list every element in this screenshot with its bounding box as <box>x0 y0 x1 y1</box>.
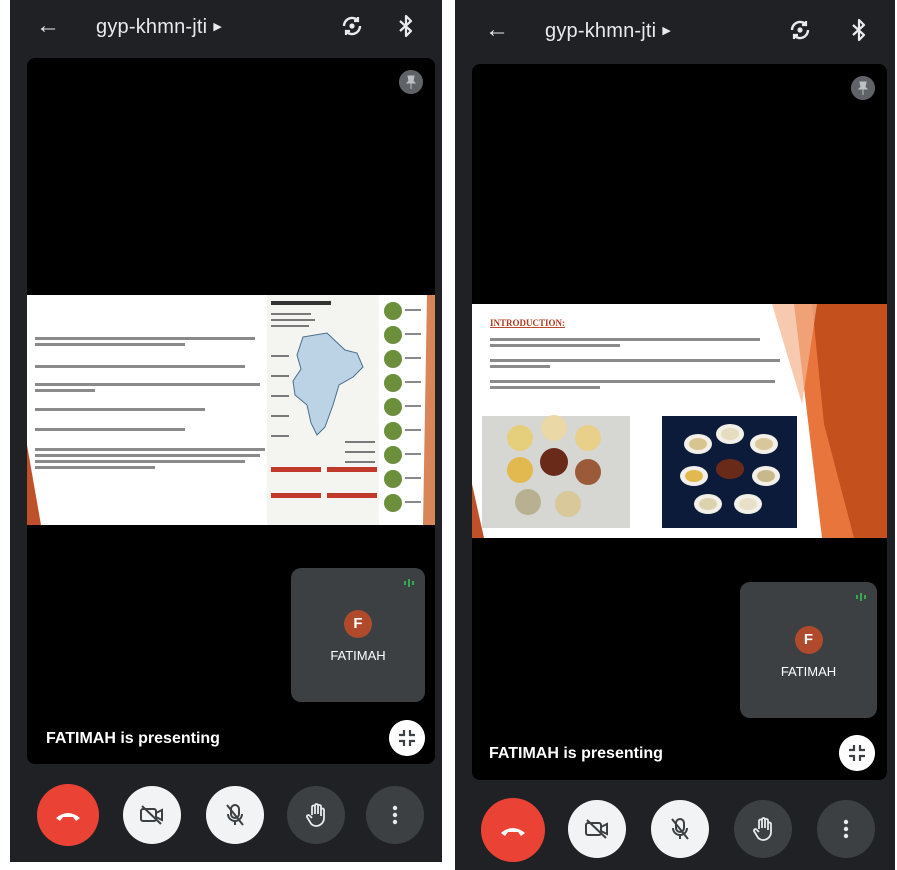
pin-icon[interactable] <box>399 70 423 94</box>
meeting-code[interactable]: gyp-khmn-jti ▶ <box>545 18 671 44</box>
avatar: F <box>344 610 372 638</box>
participant-tile[interactable]: F FATIMAH <box>740 582 877 718</box>
caret-right-icon: ▶ <box>213 21 222 33</box>
call-controls <box>455 798 895 864</box>
mic-toggle-button[interactable] <box>651 800 709 858</box>
slide-content: INTRODUCTION: <box>472 304 887 538</box>
end-call-button[interactable] <box>481 798 545 862</box>
fullscreen-icon[interactable] <box>389 720 425 756</box>
camera-off-icon <box>140 805 163 825</box>
meeting-code-text: gyp-khmn-jti <box>545 20 657 42</box>
end-call-button[interactable] <box>37 784 99 846</box>
switch-camera-icon[interactable] <box>340 14 364 38</box>
shared-slide <box>27 295 435 525</box>
call-controls <box>10 784 442 850</box>
bluetooth-icon[interactable] <box>850 18 868 42</box>
speaking-icon <box>856 593 866 601</box>
bluetooth-icon[interactable] <box>397 14 415 38</box>
shared-slide: INTRODUCTION: <box>472 304 887 538</box>
top-bar: ← gyp-khmn-jti ▶ <box>10 0 442 58</box>
meeting-code[interactable]: gyp-khmn-jti ▶ <box>96 14 222 40</box>
mic-off-icon <box>226 804 244 826</box>
more-options-icon <box>843 819 849 839</box>
end-call-icon <box>501 828 525 836</box>
presentation-stage: F FATIMAH FATIMAH is presenting <box>27 58 435 764</box>
presentation-stage: INTRODUCTION: F FATIMAH FATIMAH is prese… <box>472 64 887 780</box>
more-options-icon <box>392 805 398 825</box>
camera-toggle-button[interactable] <box>568 800 626 858</box>
meet-screen-right: ← gyp-khmn-jti ▶ INTRODUCTION: F FATIMAH… <box>455 0 895 870</box>
presenting-label: FATIMAH is presenting <box>489 745 663 762</box>
raise-hand-icon <box>306 803 325 827</box>
raise-hand-icon <box>753 817 772 841</box>
camera-off-icon <box>585 819 608 839</box>
more-options-button[interactable] <box>366 786 424 844</box>
meeting-code-text: gyp-khmn-jti <box>96 16 208 38</box>
raise-hand-button[interactable] <box>734 800 792 858</box>
avatar: F <box>794 626 823 654</box>
slide-heading: INTRODUCTION: <box>490 318 565 328</box>
switch-camera-icon[interactable] <box>788 18 812 42</box>
speaking-icon <box>404 579 414 587</box>
meet-screen-left: ← gyp-khmn-jti ▶ F FATIMAH FATIMAH is pr… <box>10 0 442 862</box>
more-options-button[interactable] <box>817 800 875 858</box>
end-call-icon <box>56 813 80 821</box>
presenting-label: FATIMAH is presenting <box>46 730 220 747</box>
caret-right-icon: ▶ <box>662 25 671 37</box>
fullscreen-icon[interactable] <box>839 735 875 771</box>
back-arrow-icon[interactable]: ← <box>36 12 60 40</box>
top-bar: ← gyp-khmn-jti ▶ <box>455 0 895 58</box>
mic-toggle-button[interactable] <box>206 786 264 844</box>
pin-icon[interactable] <box>851 76 875 100</box>
participant-name: FATIMAH <box>330 648 386 663</box>
mic-off-icon <box>671 818 689 840</box>
raise-hand-button[interactable] <box>287 786 345 844</box>
participant-name: FATIMAH <box>780 664 837 679</box>
back-arrow-icon[interactable]: ← <box>485 16 509 44</box>
camera-toggle-button[interactable] <box>123 786 181 844</box>
slide-content <box>27 295 435 525</box>
participant-tile[interactable]: F FATIMAH <box>291 568 425 702</box>
